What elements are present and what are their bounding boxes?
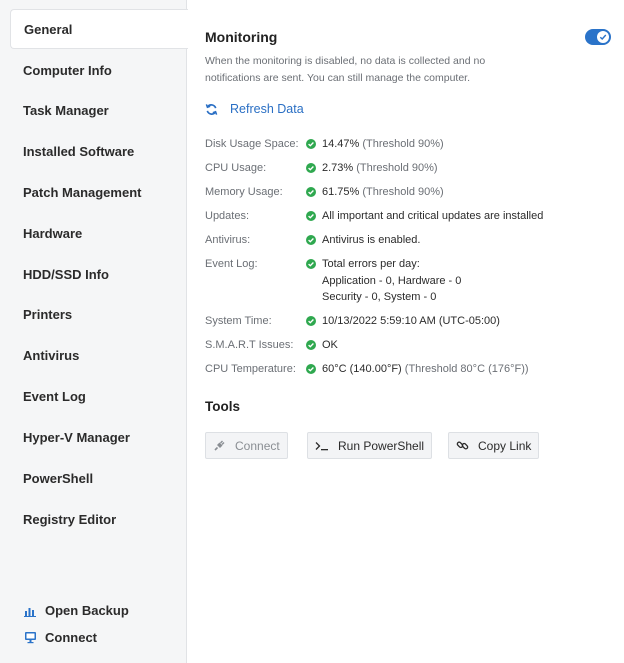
- tools-title: Tools: [205, 399, 240, 414]
- check-circle-icon: [306, 337, 322, 354]
- event-log-line: Total errors per day:: [322, 258, 420, 270]
- link-icon: [456, 439, 469, 452]
- connect-button-label: Connect: [235, 438, 280, 453]
- event-log-line: Security - 0, System - 0: [322, 291, 437, 303]
- sidebar-item-printers[interactable]: Printers: [10, 294, 187, 334]
- connect-link[interactable]: Connect: [23, 630, 97, 645]
- check-icon: [599, 34, 607, 41]
- status-row-system-time: System Time: 10/13/2022 5:59:10 AM (UTC-…: [205, 313, 605, 330]
- sidebar-item-registry-editor[interactable]: Registry Editor: [10, 499, 187, 539]
- refresh-data-label: Refresh Data: [230, 102, 304, 116]
- sidebar-item-hardware[interactable]: Hardware: [10, 213, 187, 253]
- sidebar-item-label: Patch Management: [23, 184, 142, 200]
- status-label: Disk Usage Space:: [205, 138, 299, 150]
- status-value: 60°C (140.00°F) (Threshold 80°C (176°F)): [322, 363, 529, 375]
- status-label: S.M.A.R.T Issues:: [205, 339, 294, 351]
- sidebar-item-label: Task Manager: [23, 102, 109, 118]
- copy-link-button[interactable]: Copy Link: [448, 432, 540, 459]
- sidebar-item-label: Hardware: [23, 225, 83, 241]
- monitoring-title: Monitoring: [205, 29, 278, 45]
- bar-chart-icon: [23, 604, 37, 618]
- open-backup-label: Open Backup: [45, 603, 129, 618]
- run-powershell-label: Run PowerShell: [338, 438, 425, 453]
- sidebar-item-label: Event Log: [23, 388, 86, 404]
- status-value: Total errors per day: Application - 0, H…: [322, 256, 461, 306]
- check-circle-icon: [306, 136, 322, 153]
- sidebar-item-label: Computer Info: [23, 62, 112, 78]
- sidebar-item-label: General: [24, 21, 73, 37]
- sidebar-item-hdd-ssd-info[interactable]: HDD/SSD Info: [10, 254, 187, 294]
- status-value: Antivirus is enabled.: [322, 234, 421, 246]
- check-circle-icon: [306, 208, 322, 225]
- sidebar-item-computer-info[interactable]: Computer Info: [10, 50, 187, 90]
- main-panel: Monitoring When the monitoring is disabl…: [187, 0, 624, 663]
- status-value: 2.73% (Threshold 90%): [322, 162, 438, 174]
- connect-label: Connect: [45, 630, 97, 645]
- sidebar: General Computer Info Task Manager Insta…: [0, 0, 188, 663]
- status-value: 10/13/2022 5:59:10 AM (UTC-05:00): [322, 315, 500, 327]
- refresh-icon: [205, 103, 218, 116]
- status-label: Memory Usage:: [205, 186, 283, 198]
- status-label: Antivirus:: [205, 234, 251, 246]
- status-value: OK: [322, 339, 338, 351]
- status-label: CPU Temperature:: [205, 363, 296, 375]
- check-circle-icon: [306, 184, 322, 201]
- sidebar-item-patch-management[interactable]: Patch Management: [10, 172, 187, 212]
- status-value: 14.47% (Threshold 90%): [322, 138, 444, 150]
- event-log-line: Application - 0, Hardware - 0: [322, 274, 462, 287]
- refresh-data-link[interactable]: Refresh Data: [205, 102, 304, 116]
- monitoring-toggle[interactable]: [585, 29, 611, 45]
- status-value: 61.75% (Threshold 90%): [322, 186, 444, 198]
- sidebar-item-hyper-v-manager[interactable]: Hyper-V Manager: [10, 417, 187, 457]
- status-row-memory: Memory Usage: 61.75% (Threshold 90%): [205, 184, 605, 201]
- sidebar-item-label: PowerShell: [23, 470, 94, 486]
- status-label: System Time:: [205, 315, 272, 327]
- sidebar-item-task-manager[interactable]: Task Manager: [10, 90, 187, 130]
- sidebar-item-label: Antivirus: [23, 347, 80, 363]
- status-row-antivirus: Antivirus: Antivirus is enabled.: [205, 232, 605, 249]
- connect-button[interactable]: Connect: [205, 432, 288, 459]
- monitor-icon: [23, 631, 37, 645]
- sidebar-item-antivirus[interactable]: Antivirus: [10, 335, 187, 375]
- sidebar-item-label: Installed Software: [23, 143, 135, 159]
- status-row-smart: S.M.A.R.T Issues: OK: [205, 337, 605, 354]
- check-circle-icon: [306, 313, 322, 330]
- check-circle-icon: [306, 256, 322, 306]
- status-row-updates: Updates: All important and critical upda…: [205, 208, 605, 225]
- plug-icon: [213, 439, 226, 452]
- sidebar-item-label: Printers: [23, 306, 73, 322]
- status-row-cpu-temperature: CPU Temperature: 60°C (140.00°F) (Thresh…: [205, 361, 605, 378]
- status-label: Event Log:: [205, 258, 258, 270]
- sidebar-item-label: HDD/SSD Info: [23, 266, 109, 282]
- open-backup-link[interactable]: Open Backup: [23, 603, 129, 618]
- sidebar-item-label: Registry Editor: [23, 511, 117, 527]
- monitoring-description: When the monitoring is disabled, no data…: [205, 55, 486, 84]
- status-value: All important and critical updates are i…: [322, 210, 544, 222]
- toggle-knob: [597, 31, 609, 43]
- check-circle-icon: [306, 160, 322, 177]
- sidebar-item-event-log[interactable]: Event Log: [10, 376, 187, 416]
- status-label: CPU Usage:: [205, 162, 267, 174]
- sidebar-item-installed-software[interactable]: Installed Software: [10, 131, 187, 171]
- status-row-disk: Disk Usage Space: 14.47% (Threshold 90%): [205, 136, 605, 153]
- check-circle-icon: [306, 361, 322, 378]
- sidebar-item-label: Hyper-V Manager: [23, 429, 130, 445]
- status-row-event-log: Event Log: Total errors per day: Applica…: [205, 256, 605, 306]
- sidebar-item-powershell[interactable]: PowerShell: [10, 458, 187, 498]
- status-row-cpu: CPU Usage: 2.73% (Threshold 90%): [205, 160, 605, 177]
- status-label: Updates:: [205, 210, 250, 222]
- run-powershell-button[interactable]: Run PowerShell: [307, 432, 433, 459]
- sidebar-item-general[interactable]: General: [10, 9, 188, 49]
- copy-link-label: Copy Link: [478, 438, 532, 453]
- terminal-icon: [315, 441, 329, 451]
- check-circle-icon: [306, 232, 322, 249]
